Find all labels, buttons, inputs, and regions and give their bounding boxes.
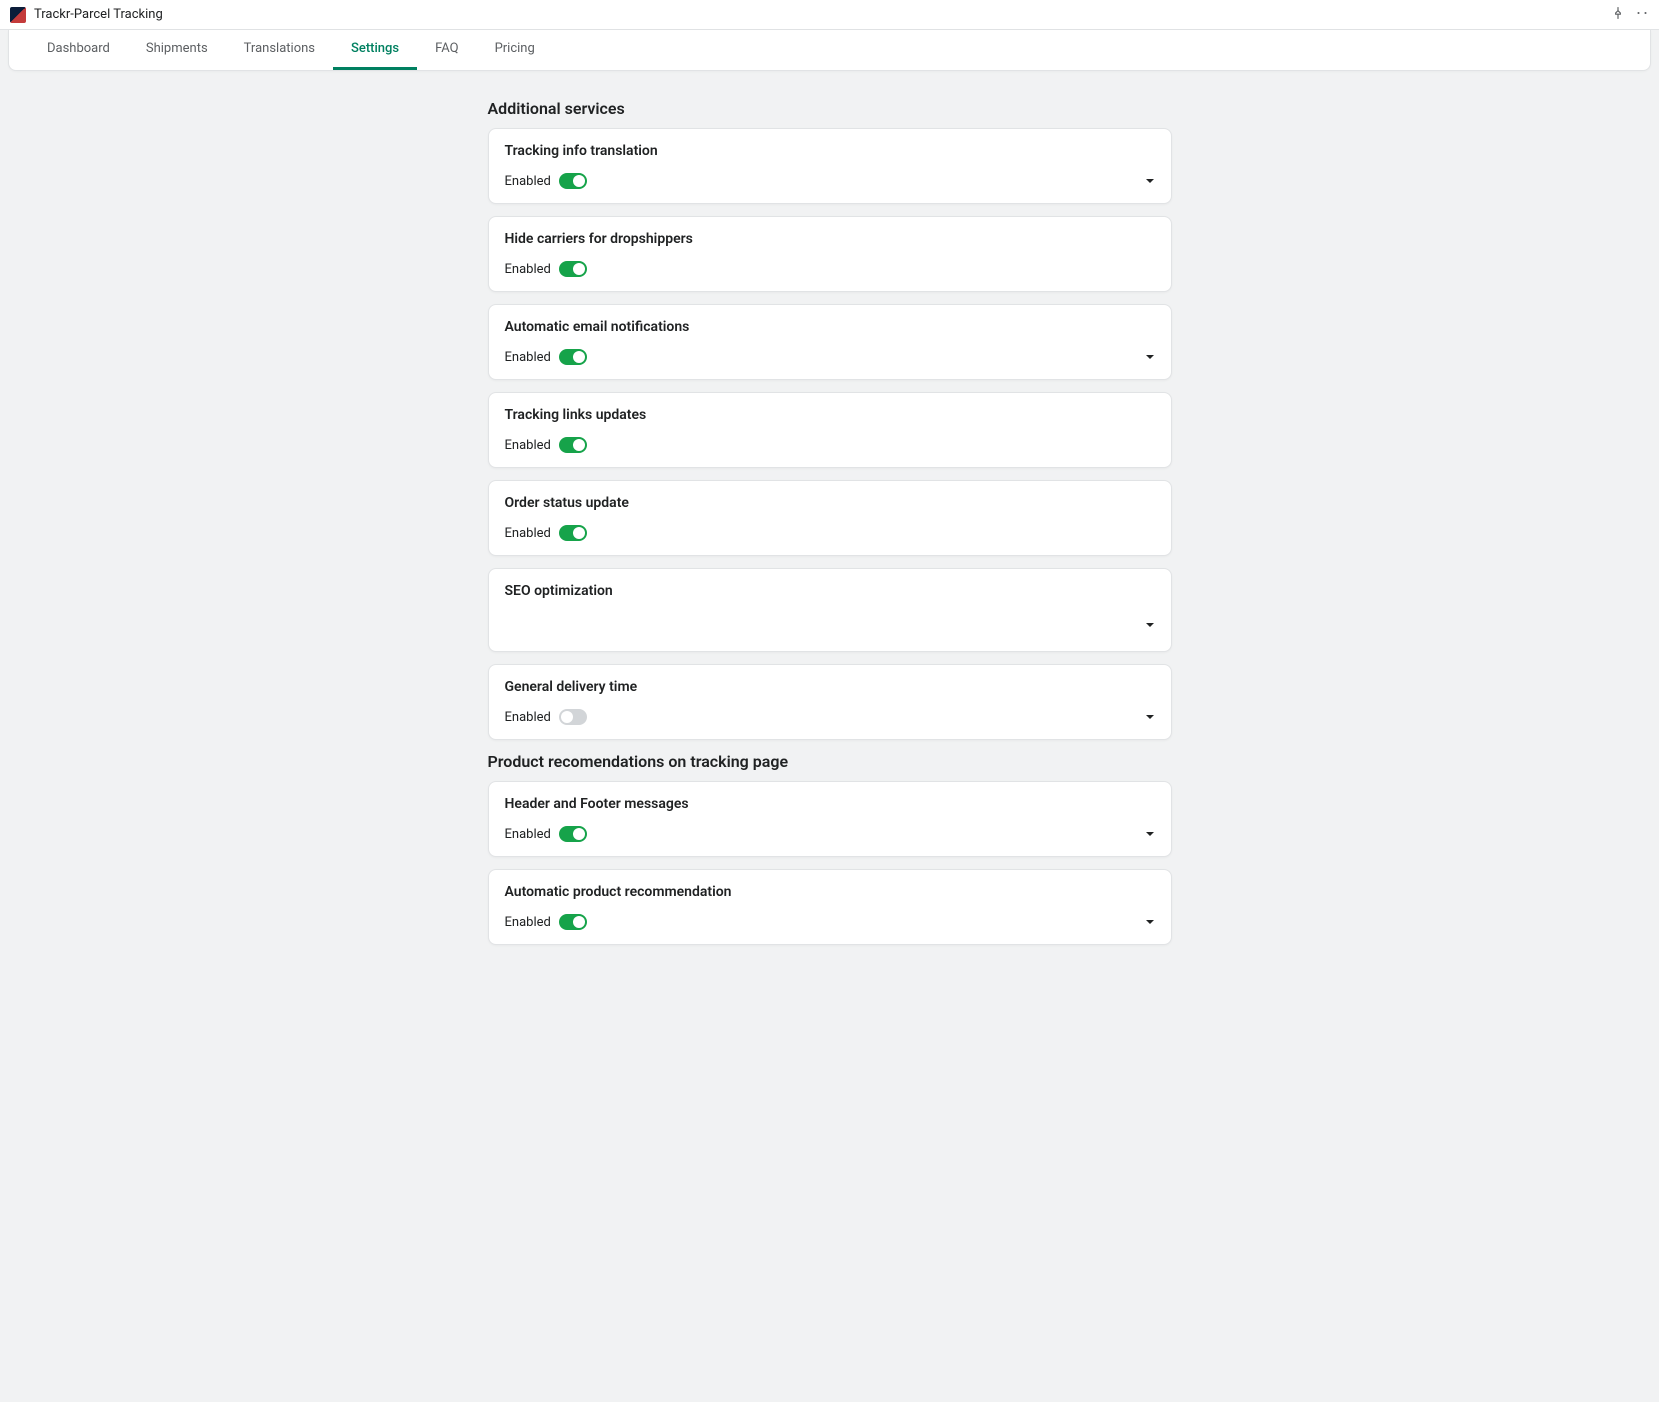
enabled-label: Enabled bbox=[505, 827, 551, 842]
card-title: SEO optimization bbox=[505, 583, 1155, 599]
tab-label: Dashboard bbox=[47, 41, 110, 56]
toggle-general-delivery-time[interactable] bbox=[559, 709, 587, 725]
topbar-right bbox=[1611, 6, 1649, 24]
tab-faq[interactable]: FAQ bbox=[417, 30, 476, 70]
card-title: Tracking links updates bbox=[505, 407, 1155, 423]
tabbar-wrapper: Dashboard Shipments Translations Settings FA… bbox=[8, 30, 1651, 71]
enabled-label: Enabled bbox=[505, 174, 551, 189]
toggle-order-status-update[interactable] bbox=[559, 525, 587, 541]
card-row-left: Enabled bbox=[505, 709, 587, 725]
card-row-left: Enabled bbox=[505, 914, 587, 930]
card-row: Enabled bbox=[505, 914, 1155, 930]
tab-label: Pricing bbox=[495, 41, 535, 56]
card-row-left: Enabled bbox=[505, 173, 587, 189]
more-icon[interactable] bbox=[1635, 6, 1649, 24]
chevron-down-icon[interactable] bbox=[1145, 829, 1155, 839]
card-order-status-update: Order status update Enabled bbox=[488, 480, 1172, 556]
enabled-label: Enabled bbox=[505, 915, 551, 930]
card-row-left: Enabled bbox=[505, 437, 587, 453]
card-tracking-links-updates: Tracking links updates Enabled bbox=[488, 392, 1172, 468]
tabbar: Dashboard Shipments Translations Settings FA… bbox=[9, 30, 1650, 70]
toggle-tracking-links-updates[interactable] bbox=[559, 437, 587, 453]
enabled-label: Enabled bbox=[505, 350, 551, 365]
chevron-down-icon[interactable] bbox=[1145, 917, 1155, 927]
tab-pricing[interactable]: Pricing bbox=[477, 30, 553, 70]
card-row: Enabled bbox=[505, 525, 1155, 541]
enabled-label: Enabled bbox=[505, 438, 551, 453]
enabled-label: Enabled bbox=[505, 526, 551, 541]
card-row-left: Enabled bbox=[505, 349, 587, 365]
tab-shipments[interactable]: Shipments bbox=[128, 30, 226, 70]
section-title-recommendations: Product recomendations on tracking page bbox=[488, 752, 1172, 771]
card-title: Order status update bbox=[505, 495, 1155, 511]
toggle-knob bbox=[561, 711, 573, 723]
chevron-down-icon[interactable] bbox=[1145, 176, 1155, 186]
toggle-knob bbox=[573, 175, 585, 187]
card-title: Automatic product recommendation bbox=[505, 884, 1155, 900]
toggle-knob bbox=[573, 263, 585, 275]
card-header-and-footer-messages: Header and Footer messages Enabled bbox=[488, 781, 1172, 857]
card-row-left: Enabled bbox=[505, 261, 587, 277]
card-row: Enabled bbox=[505, 173, 1155, 189]
toggle-knob bbox=[573, 828, 585, 840]
topbar-left: Trackr-Parcel Tracking bbox=[10, 7, 163, 23]
card-title: Hide carriers for dropshippers bbox=[505, 231, 1155, 247]
toggle-knob bbox=[573, 351, 585, 363]
toggle-knob bbox=[573, 916, 585, 928]
pin-icon[interactable] bbox=[1611, 6, 1625, 24]
tab-settings[interactable]: Settings bbox=[333, 30, 417, 70]
card-row-left: Enabled bbox=[505, 525, 587, 541]
card-general-delivery-time: General delivery time Enabled bbox=[488, 664, 1172, 740]
toggle-automatic-email-notifications[interactable] bbox=[559, 349, 587, 365]
card-automatic-email-notifications: Automatic email notifications Enabled bbox=[488, 304, 1172, 380]
tab-label: FAQ bbox=[435, 41, 458, 56]
card-row-left: Enabled bbox=[505, 826, 587, 842]
card-row: Enabled bbox=[505, 349, 1155, 365]
card-title: Automatic email notifications bbox=[505, 319, 1155, 335]
enabled-label: Enabled bbox=[505, 262, 551, 277]
card-automatic-product-recommendation: Automatic product recommendation Enabled bbox=[488, 869, 1172, 945]
section-title-additional: Additional services bbox=[488, 99, 1172, 118]
chevron-down-icon[interactable] bbox=[1145, 712, 1155, 722]
tab-label: Translations bbox=[244, 41, 315, 56]
card-tracking-info-translation: Tracking info translation Enabled bbox=[488, 128, 1172, 204]
toggle-knob bbox=[573, 527, 585, 539]
card-row: Enabled bbox=[505, 709, 1155, 725]
tab-label: Shipments bbox=[146, 41, 208, 56]
tab-translations[interactable]: Translations bbox=[226, 30, 333, 70]
toggle-automatic-product-recommendation[interactable] bbox=[559, 914, 587, 930]
chevron-down-icon[interactable] bbox=[1145, 352, 1155, 362]
card-row bbox=[505, 613, 1155, 637]
tab-label: Settings bbox=[351, 41, 399, 56]
card-title: General delivery time bbox=[505, 679, 1155, 695]
card-title: Tracking info translation bbox=[505, 143, 1155, 159]
chevron-down-icon[interactable] bbox=[1145, 620, 1155, 630]
app-title: Trackr-Parcel Tracking bbox=[34, 7, 163, 22]
card-row: Enabled bbox=[505, 826, 1155, 842]
card-row: Enabled bbox=[505, 261, 1155, 277]
app-icon bbox=[10, 7, 26, 23]
topbar: Trackr-Parcel Tracking bbox=[0, 0, 1659, 30]
toggle-hide-carriers-for-dropshippers[interactable] bbox=[559, 261, 587, 277]
card-row: Enabled bbox=[505, 437, 1155, 453]
toggle-tracking-info-translation[interactable] bbox=[559, 173, 587, 189]
toggle-knob bbox=[573, 439, 585, 451]
toggle-header-and-footer-messages[interactable] bbox=[559, 826, 587, 842]
card-hide-carriers-for-dropshippers: Hide carriers for dropshippers Enabled bbox=[488, 216, 1172, 292]
tab-dashboard[interactable]: Dashboard bbox=[29, 30, 128, 70]
card-seo-optimization: SEO optimization bbox=[488, 568, 1172, 652]
card-title: Header and Footer messages bbox=[505, 796, 1155, 812]
enabled-label: Enabled bbox=[505, 710, 551, 725]
content: Additional services Tracking info transl… bbox=[488, 71, 1172, 997]
